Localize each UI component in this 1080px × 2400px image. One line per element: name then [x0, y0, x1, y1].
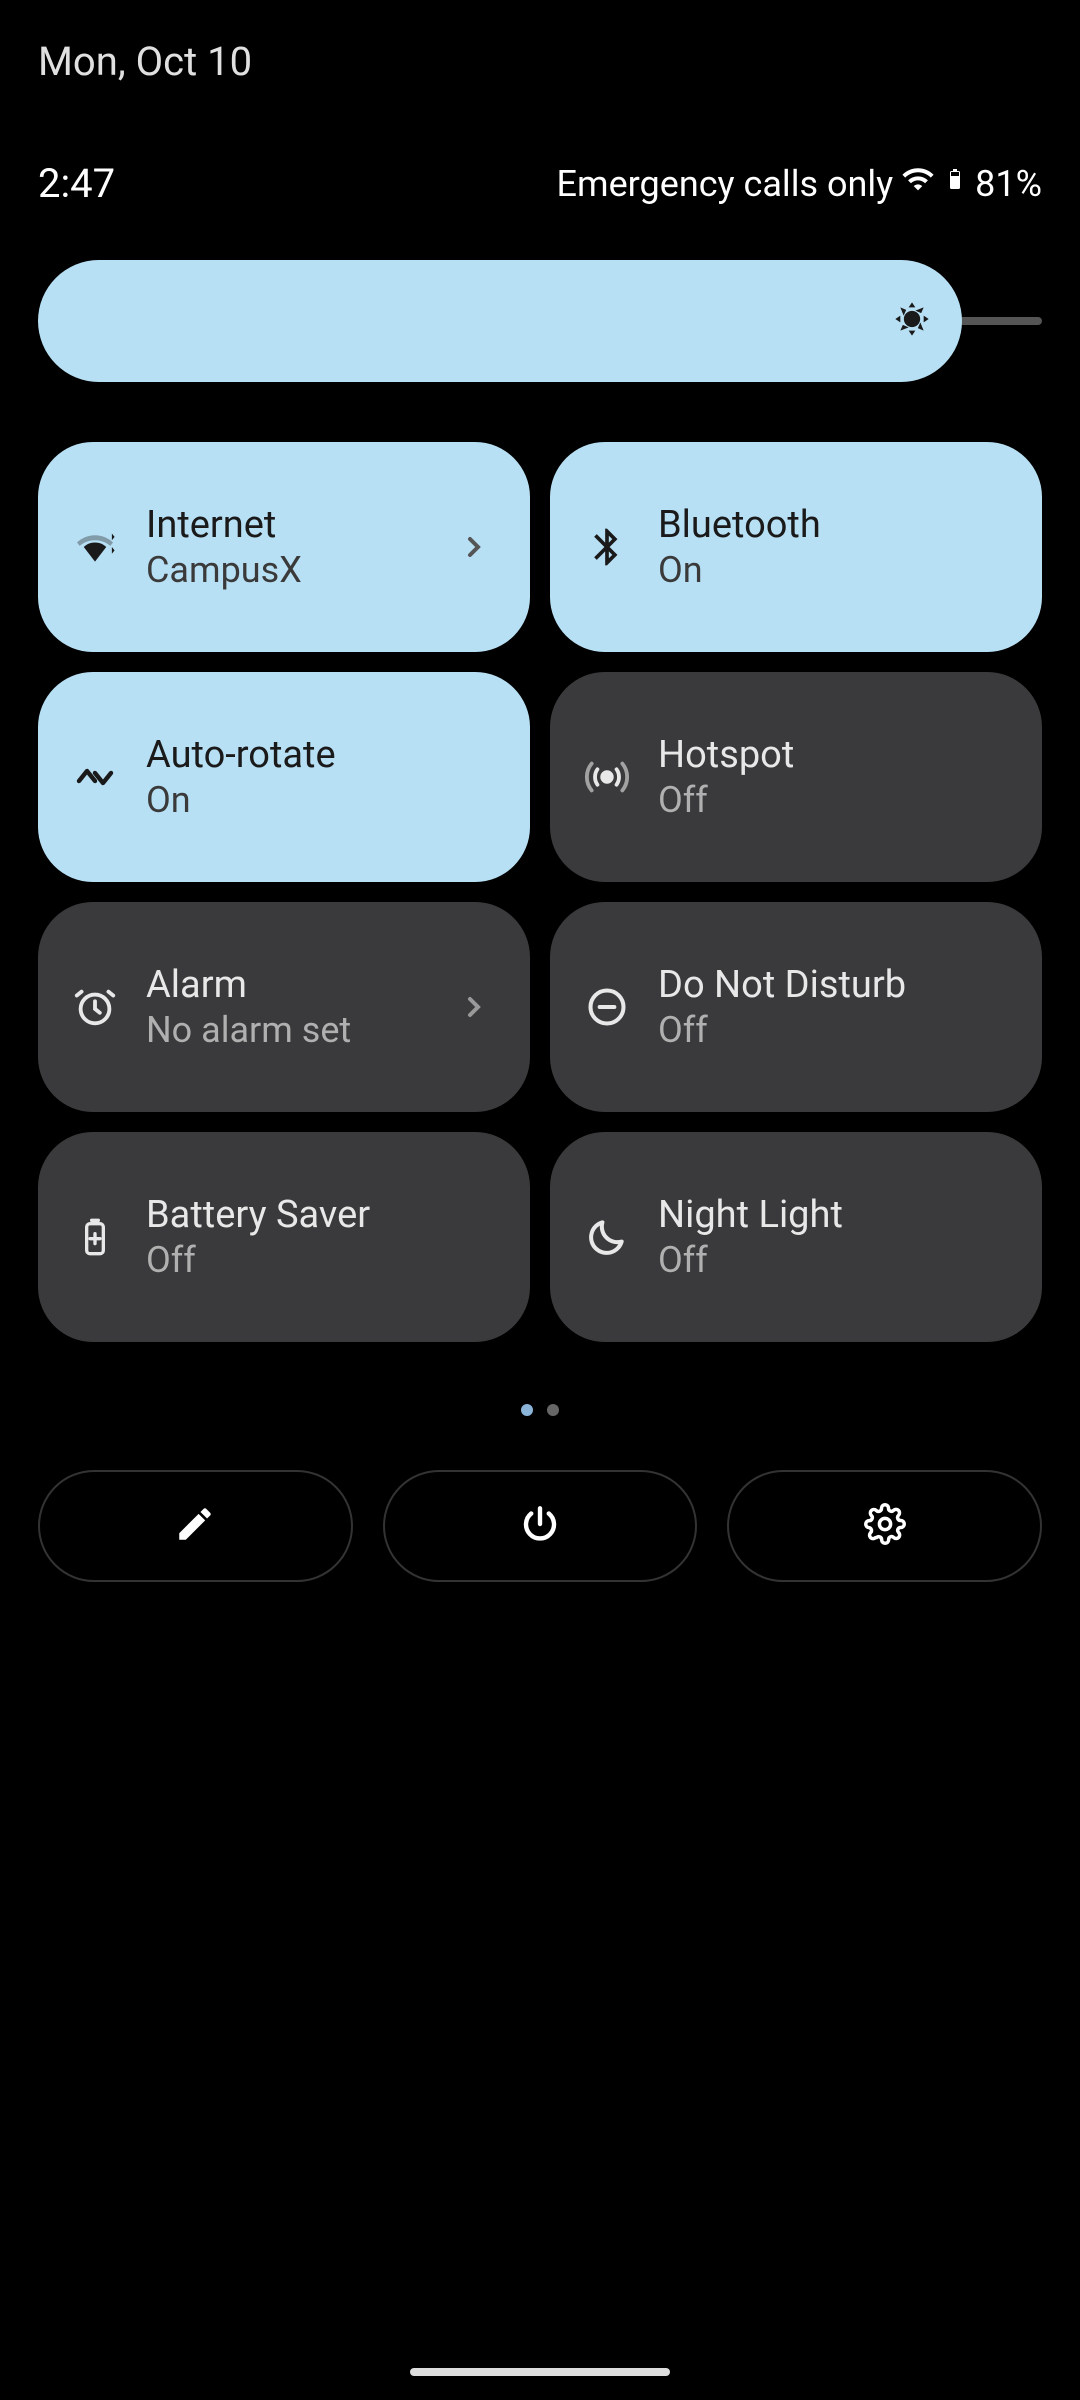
tile-bluetooth[interactable]: Bluetooth On — [550, 442, 1042, 652]
brightness-icon — [892, 299, 932, 343]
tile-subtitle: Off — [658, 1239, 1002, 1281]
chevron-right-icon — [458, 991, 490, 1023]
chevron-right-icon — [458, 531, 490, 563]
tile-hotspot[interactable]: Hotspot Off — [550, 672, 1042, 882]
battery-saver-icon — [68, 1210, 122, 1264]
dnd-icon — [580, 980, 634, 1034]
auto-rotate-icon — [68, 750, 122, 804]
page-dot-active — [521, 1404, 533, 1416]
tile-auto-rotate[interactable]: Auto-rotate On — [38, 672, 530, 882]
page-indicator — [0, 1404, 1080, 1416]
brightness-slider[interactable] — [38, 260, 1042, 382]
battery-icon — [943, 162, 967, 205]
battery-pct-text: 81% — [975, 163, 1042, 205]
settings-button[interactable] — [727, 1470, 1042, 1582]
status-right: Emergency calls only 81% — [557, 162, 1042, 205]
date-label: Mon, Oct 10 — [38, 38, 252, 85]
tile-subtitle: No alarm set — [146, 1009, 434, 1051]
gear-icon — [864, 1503, 906, 1549]
tile-alarm[interactable]: Alarm No alarm set — [38, 902, 530, 1112]
tile-night-light[interactable]: Night Light Off — [550, 1132, 1042, 1342]
status-time: 2:47 — [38, 160, 115, 207]
quick-settings-tiles: Internet CampusX Bluetooth On Auto-rotat… — [38, 442, 1042, 1342]
tile-title: Bluetooth — [658, 503, 1002, 547]
tile-internet[interactable]: Internet CampusX — [38, 442, 530, 652]
moon-icon — [580, 1210, 634, 1264]
alarm-icon — [68, 980, 122, 1034]
bluetooth-icon — [580, 520, 634, 574]
tile-battery-saver[interactable]: Battery Saver Off — [38, 1132, 530, 1342]
tile-subtitle: Off — [658, 1009, 1002, 1051]
power-button[interactable] — [383, 1470, 698, 1582]
tile-title: Internet — [146, 503, 434, 547]
tile-title: Battery Saver — [146, 1193, 490, 1237]
brightness-fill — [38, 260, 962, 382]
tile-title: Do Not Disturb — [658, 963, 1002, 1007]
wifi-icon — [901, 162, 935, 205]
tile-subtitle: Off — [146, 1239, 490, 1281]
hotspot-icon — [580, 750, 634, 804]
bottom-action-buttons — [38, 1470, 1042, 1582]
tile-title: Night Light — [658, 1193, 1002, 1237]
edit-button[interactable] — [38, 1470, 353, 1582]
wifi-icon — [68, 520, 122, 574]
status-bar: 2:47 Emergency calls only 81% — [0, 160, 1080, 207]
brightness-slider-container — [38, 260, 1042, 382]
tile-subtitle: On — [658, 549, 1002, 591]
tile-subtitle: CampusX — [146, 549, 434, 591]
pencil-icon — [174, 1503, 216, 1549]
tile-subtitle: Off — [658, 779, 1002, 821]
tile-title: Hotspot — [658, 733, 1002, 777]
power-icon — [519, 1503, 561, 1549]
tile-do-not-disturb[interactable]: Do Not Disturb Off — [550, 902, 1042, 1112]
network-status-text: Emergency calls only — [557, 163, 894, 205]
tile-subtitle: On — [146, 779, 490, 821]
tile-title: Auto-rotate — [146, 733, 490, 777]
tile-title: Alarm — [146, 963, 434, 1007]
navigation-handle[interactable] — [410, 2368, 670, 2376]
page-dot-inactive — [547, 1404, 559, 1416]
